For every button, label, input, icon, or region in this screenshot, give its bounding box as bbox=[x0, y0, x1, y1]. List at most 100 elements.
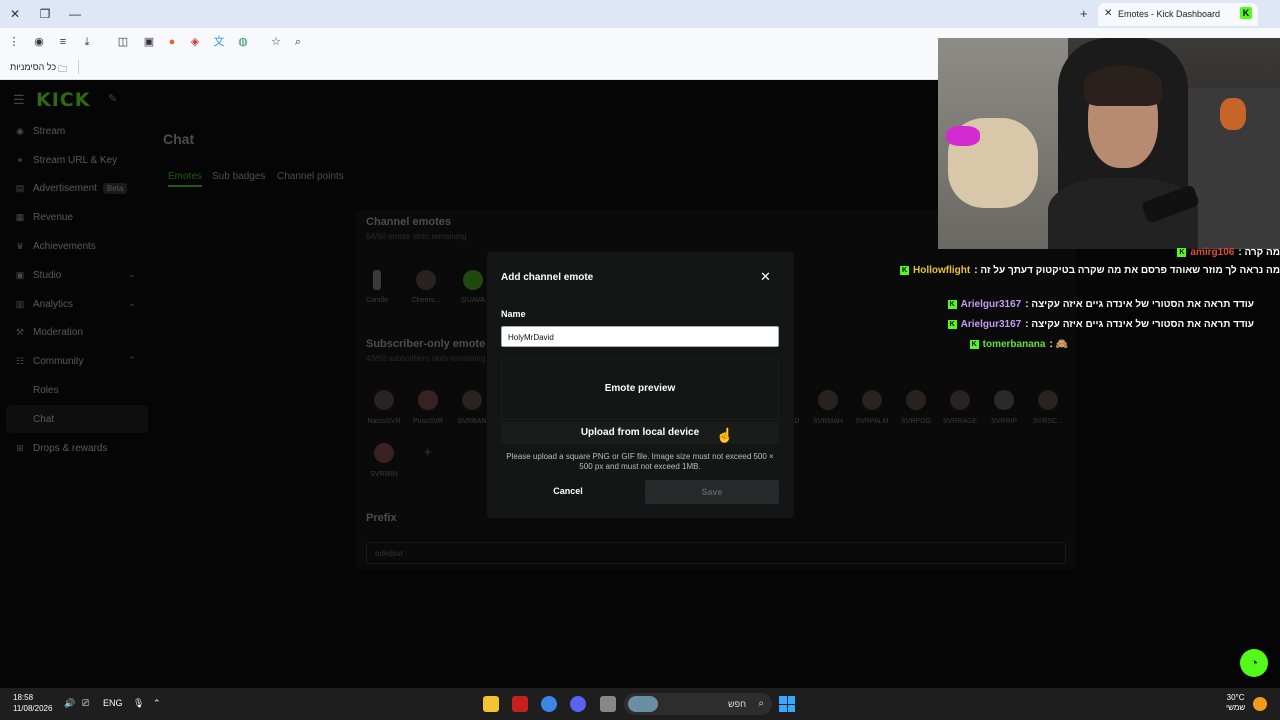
sidebar-item-label: Stream bbox=[33, 125, 66, 137]
sidebar-item-drops[interactable]: ⊞ Drops & rewards bbox=[14, 438, 107, 458]
app-window-icon[interactable] bbox=[600, 696, 616, 712]
windows-start-icon[interactable] bbox=[779, 696, 795, 712]
translate-icon[interactable]: 文 bbox=[211, 34, 227, 50]
close-window-icon[interactable]: ✕ bbox=[6, 5, 24, 23]
emote-thumb[interactable] bbox=[994, 390, 1014, 410]
taskbar: 18:58 11/08/2026 🔊 ⎚ ENG 🎙 ⌃ חפש ⌕ 30°C … bbox=[0, 688, 1280, 720]
cancel-button[interactable]: Cancel bbox=[527, 480, 609, 502]
download-icon[interactable]: ⤓ bbox=[79, 34, 95, 50]
sidebar-item-chat[interactable]: Chat bbox=[33, 414, 54, 425]
emote-label: SVRPOG bbox=[901, 418, 931, 425]
close-tab-icon[interactable]: ✕ bbox=[1104, 8, 1112, 19]
pin-icon[interactable]: ✎ bbox=[108, 92, 117, 105]
emote-label: SVRWIN bbox=[370, 471, 398, 478]
bookmark-star-icon[interactable]: ☆ bbox=[268, 34, 284, 50]
chevron-down-icon[interactable]: ⌄ bbox=[128, 298, 136, 309]
hamburger-menu-icon[interactable]: ☰ bbox=[13, 92, 25, 108]
playlist-icon[interactable]: ≡ bbox=[55, 34, 71, 50]
community-icon: ☷ bbox=[15, 355, 25, 366]
file-explorer-icon[interactable] bbox=[483, 696, 499, 712]
search-placeholder: חפש bbox=[728, 699, 746, 709]
pointer-cursor-icon: ☝ bbox=[716, 427, 734, 443]
emote-thumb[interactable] bbox=[862, 390, 882, 410]
kick-favicon-icon: K bbox=[1240, 7, 1252, 19]
clock[interactable]: 18:58 11/08/2026 bbox=[13, 692, 52, 714]
new-tab-icon[interactable]: + bbox=[1080, 6, 1088, 21]
webcam-streamer-hair bbox=[1084, 66, 1162, 106]
add-emote-icon[interactable]: + bbox=[424, 444, 432, 459]
sidebar-item-roles[interactable]: Roles bbox=[33, 385, 59, 396]
emote-thumb[interactable] bbox=[373, 270, 381, 290]
emote-thumb[interactable] bbox=[463, 270, 483, 290]
sidebar-item-community[interactable]: ☷ Community bbox=[14, 351, 84, 371]
sidebar-item-achievements[interactable]: ♛ Achievements bbox=[14, 236, 96, 256]
sidebar-item-label: Analytics bbox=[33, 298, 74, 310]
clock-time: 18:58 bbox=[13, 693, 34, 702]
tab-emotes[interactable]: Emotes bbox=[168, 171, 202, 187]
chevron-down-icon[interactable]: ⌄ bbox=[128, 269, 136, 280]
kick-badge-icon: K bbox=[947, 319, 957, 329]
emote-thumb[interactable] bbox=[416, 270, 436, 290]
extension-icon[interactable]: ◉ bbox=[31, 34, 47, 50]
sidebar-item-revenue[interactable]: ▦ Revenue bbox=[14, 207, 73, 227]
beta-badge: Beta bbox=[102, 182, 128, 194]
tab-channel-points[interactable]: Channel points bbox=[277, 171, 344, 182]
chevron-up-icon[interactable]: ⌃ bbox=[153, 698, 161, 709]
all-bookmarks-link[interactable]: כל הסימניות bbox=[10, 62, 56, 72]
sidebar-item-moderation[interactable]: ⚒ Moderation bbox=[14, 322, 83, 342]
emote-thumb[interactable] bbox=[374, 443, 394, 463]
sidebar-item-stream[interactable]: ◉ Stream bbox=[14, 121, 65, 141]
cast-icon[interactable]: ▣ bbox=[141, 34, 157, 50]
emote-thumb[interactable] bbox=[462, 390, 482, 410]
emote-thumb[interactable] bbox=[906, 390, 926, 410]
save-button[interactable]: Save bbox=[645, 480, 779, 504]
kick-logo[interactable]: KICK bbox=[36, 89, 90, 111]
prefix-title: Prefix bbox=[366, 512, 397, 524]
extensions-puzzle-icon[interactable]: ◫ bbox=[115, 34, 131, 50]
addon-shield-icon[interactable]: ◈ bbox=[187, 34, 203, 50]
emote-name-input[interactable]: HolyMrDavid bbox=[501, 326, 779, 347]
network-icon[interactable]: ⎚ bbox=[82, 698, 89, 709]
sidebar-item-analytics[interactable]: ▥ Analytics bbox=[14, 294, 73, 314]
microphone-icon[interactable]: 🎙 bbox=[133, 698, 144, 709]
discord-icon[interactable] bbox=[570, 696, 586, 712]
addon-icon[interactable]: ● bbox=[164, 34, 180, 50]
weather-widget[interactable]: 30°C שמשי bbox=[1226, 693, 1245, 713]
more-menu-icon[interactable]: ⋮ bbox=[6, 34, 22, 50]
sidebar-item-advertisement[interactable]: ▤ Advertisement Beta bbox=[14, 178, 128, 198]
tab-sub-badges[interactable]: Sub badges bbox=[212, 171, 265, 182]
taskbar-search[interactable]: חפש ⌕ bbox=[624, 693, 772, 715]
minimize-window-icon[interactable]: — bbox=[66, 5, 84, 23]
emote-label: PussSVR bbox=[413, 418, 443, 425]
webcam-overlay bbox=[938, 38, 1280, 249]
upload-hint: Please upload a square PNG or GIF file. … bbox=[506, 452, 774, 471]
emote-thumb[interactable] bbox=[374, 390, 394, 410]
chrome-icon[interactable] bbox=[541, 696, 557, 712]
browser-tab[interactable]: ✕ Emotes - Kick Dashboard K bbox=[1098, 3, 1258, 26]
subscriber-emotes-title: Subscriber-only emote bbox=[366, 338, 486, 350]
emote-thumb[interactable] bbox=[950, 390, 970, 410]
volume-icon[interactable]: 🔊 bbox=[64, 698, 75, 709]
chat-username: Arielgur3167 bbox=[960, 298, 1022, 310]
sidebar-item-stream-url[interactable]: ⚭ Stream URL & Key bbox=[14, 150, 117, 170]
restore-window-icon[interactable]: ❐ bbox=[36, 5, 54, 23]
emote-thumb[interactable] bbox=[818, 390, 838, 410]
close-icon[interactable]: ✕ bbox=[760, 270, 771, 283]
sidebar-item-label: Advertisement bbox=[33, 182, 97, 194]
search-icon[interactable]: ⌕ bbox=[290, 34, 306, 50]
emote-thumb[interactable] bbox=[418, 390, 438, 410]
chat-text: : מה נראה לך מוזר שאוהד פרסם את מה שקרה … bbox=[974, 264, 1280, 276]
chevron-up-icon[interactable]: ⌃ bbox=[128, 355, 136, 366]
help-chat-icon[interactable]: ◔ bbox=[1240, 649, 1268, 677]
upload-button[interactable]: Upload from local device bbox=[501, 422, 779, 444]
sidebar-item-studio[interactable]: ▣ Studio bbox=[14, 265, 62, 285]
emote-label: SVRRAGE bbox=[942, 418, 978, 425]
grammarly-icon[interactable]: ◍ bbox=[235, 34, 251, 50]
emote-thumb[interactable] bbox=[1038, 390, 1058, 410]
chat-message: K amirg106 : מה קרה bbox=[1177, 243, 1280, 261]
chat-text: : מה קרה bbox=[1238, 246, 1280, 258]
app-red-icon[interactable] bbox=[512, 696, 528, 712]
prefix-input[interactable]: odedsvr bbox=[366, 542, 1066, 564]
language-indicator[interactable]: ENG bbox=[103, 698, 123, 708]
add-emote-modal: Add channel emote ✕ Name HolyMrDavid Emo… bbox=[487, 252, 794, 518]
